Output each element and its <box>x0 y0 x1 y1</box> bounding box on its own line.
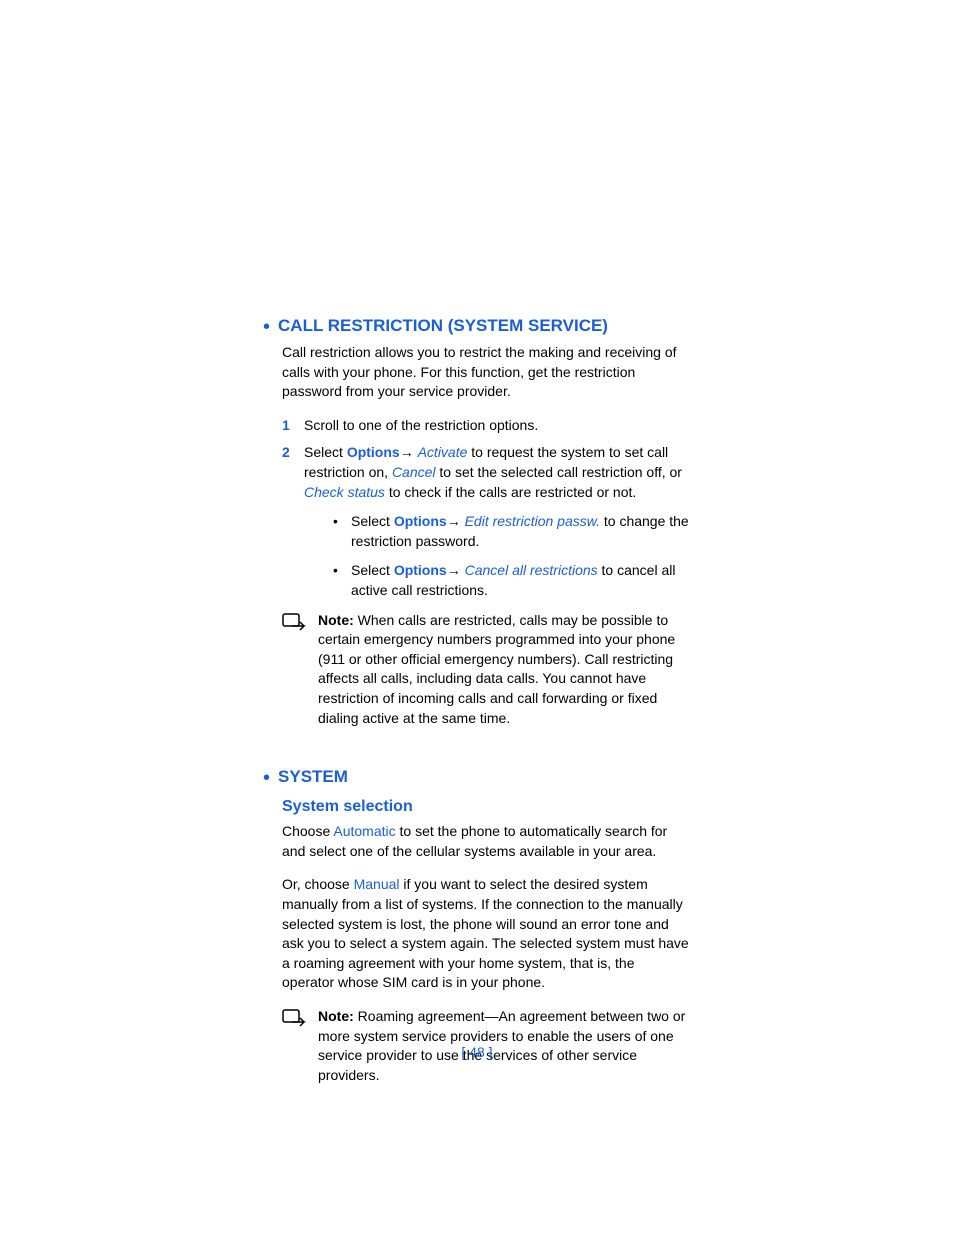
text: Choose <box>282 823 333 839</box>
sub-bullet-text: Select Options→ Edit restriction passw. … <box>351 512 689 551</box>
step-number: 1 <box>282 416 304 436</box>
bullet-icon: • <box>333 561 351 600</box>
sub-bullet-2: • Select Options→ Cancel all restriction… <box>333 561 689 600</box>
options-label: Options <box>347 444 400 460</box>
text: Select <box>304 444 347 460</box>
activate-action: Activate <box>418 444 468 460</box>
bullet-icon: • <box>263 768 270 788</box>
note-label: Note: <box>318 1008 354 1024</box>
text: to check if the calls are restricted or … <box>385 484 636 500</box>
automatic-option: Automatic <box>333 823 395 839</box>
options-label: Options <box>394 562 447 578</box>
page-content: • CALL RESTRICTION (SYSTEM SERVICE) Call… <box>0 0 954 1085</box>
cancel-all-action: Cancel all restrictions <box>465 562 598 578</box>
note-block-1: Note: When calls are restricted, calls m… <box>282 611 689 729</box>
bullet-icon: • <box>263 317 270 337</box>
sub-bullet-text: Select Options→ Cancel all restrictions … <box>351 561 689 600</box>
bullet-icon: • <box>333 512 351 551</box>
note-icon <box>282 611 318 729</box>
arrow-icon: → <box>400 444 418 460</box>
text: Or, choose <box>282 876 354 892</box>
manual-option: Manual <box>354 876 400 892</box>
step-number: 2 <box>282 443 304 502</box>
section-title: CALL RESTRICTION (SYSTEM SERVICE) <box>278 315 608 337</box>
sub-bullet-1: • Select Options→ Edit restriction passw… <box>333 512 689 551</box>
step-text: Select Options→ Activate to request the … <box>304 443 689 502</box>
section-title: SYSTEM <box>278 766 348 788</box>
cancel-action: Cancel <box>392 464 436 480</box>
arrow-icon: → <box>447 513 465 529</box>
note-text: Note: When calls are restricted, calls m… <box>318 611 689 729</box>
step-1: 1 Scroll to one of the restriction optio… <box>282 416 689 436</box>
intro-paragraph: Call restriction allows you to restrict … <box>282 343 689 402</box>
options-label: Options <box>394 513 447 529</box>
arrow-icon: → <box>447 562 465 578</box>
note-body: When calls are restricted, calls may be … <box>318 612 675 726</box>
text: Select <box>351 513 394 529</box>
system-paragraph-1: Choose Automatic to set the phone to aut… <box>282 822 689 861</box>
note-label: Note: <box>318 612 354 628</box>
step-text: Scroll to one of the restriction options… <box>304 416 689 436</box>
text: if you want to select the desired system… <box>282 876 689 990</box>
text: to set the selected call restriction off… <box>436 464 682 480</box>
sub-bullet-list: • Select Options→ Edit restriction passw… <box>333 512 689 600</box>
section-heading-system: • SYSTEM <box>263 766 689 794</box>
system-paragraph-2: Or, choose Manual if you want to select … <box>282 875 689 993</box>
edit-passw-action: Edit restriction passw. <box>465 513 600 529</box>
section-heading-call-restriction: • CALL RESTRICTION (SYSTEM SERVICE) <box>263 315 689 343</box>
page-number: [ 48 ] <box>0 1044 954 1060</box>
text: Select <box>351 562 394 578</box>
subsection-title: System selection <box>282 798 689 816</box>
step-2: 2 Select Options→ Activate to request th… <box>282 443 689 502</box>
check-status-action: Check status <box>304 484 385 500</box>
